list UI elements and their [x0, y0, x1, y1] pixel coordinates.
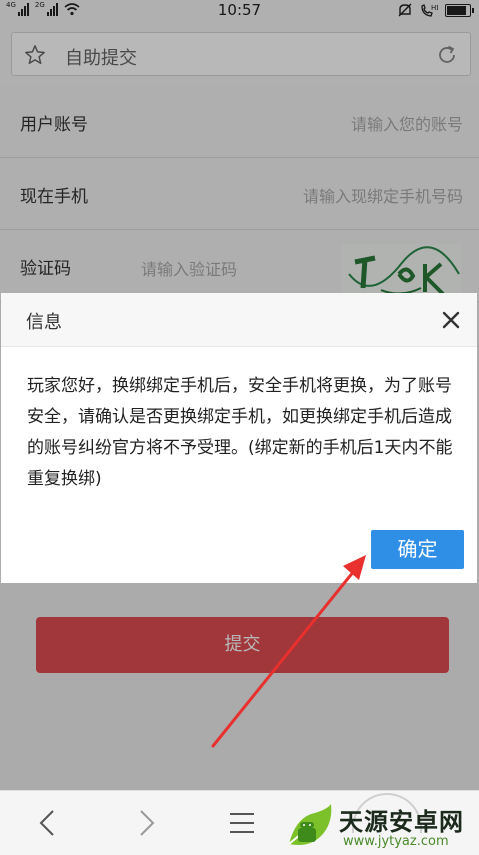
hamburger-menu-icon[interactable]	[224, 805, 260, 841]
close-icon[interactable]	[441, 310, 461, 330]
watermark-title: 天源安卓网	[339, 807, 464, 836]
watermark-url: www.jytyaz.com	[343, 834, 449, 849]
site-watermark: 天源安卓网 www.jytyaz.com	[283, 798, 479, 855]
confirm-button[interactable]: 确定	[371, 530, 464, 569]
dialog-header: 信息	[1, 293, 477, 347]
dialog-title: 信息	[26, 312, 62, 333]
android-logo-icon	[288, 804, 332, 845]
dialog-message: 玩家您好，换绑绑定手机后，安全手机将更换，为了账号安全，请确认是否更换绑定手机，…	[27, 376, 453, 489]
chevron-left-icon[interactable]	[30, 805, 66, 841]
info-dialog: 信息 玩家您好，换绑绑定手机后，安全手机将更换，为了账号安全，请确认是否更换绑定…	[1, 293, 477, 583]
chevron-right-icon[interactable]	[128, 805, 164, 841]
